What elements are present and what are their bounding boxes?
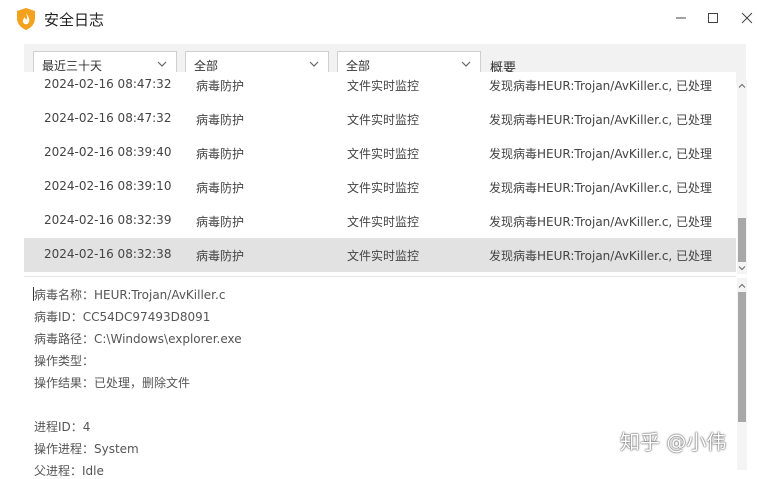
close-button[interactable] [734, 6, 757, 30]
title-bar: 安全日志 [0, 0, 757, 38]
log-list[interactable]: 2024-02-16 08:47:32 病毒防护 文件实时监控 发现病毒HEUR… [24, 72, 736, 274]
log-summary: 发现病毒HEUR:Trojan/AvKiller.c, 已处理 [489, 113, 713, 127]
log-summary: 发现病毒HEUR:Trojan/AvKiller.c, 已处理 [489, 215, 713, 229]
log-row[interactable]: 2024-02-16 08:47:32 病毒防护 文件实时监控 发现病毒HEUR… [24, 102, 736, 136]
scrollbar-thumb[interactable] [738, 292, 746, 422]
log-time: 2024-02-16 08:47:32 [44, 77, 172, 91]
log-summary: 发现病毒HEUR:Trojan/AvKiller.c, 已处理 [489, 147, 713, 161]
log-type: 病毒防护 [196, 181, 245, 195]
detail-parent-process: 父进程：Idle [34, 464, 104, 478]
watermark: 知乎 @小伟 [620, 430, 727, 454]
log-source: 文件实时监控 [347, 113, 420, 127]
detail-virus-id: 病毒ID：CC54DC97493D8091 [34, 310, 211, 324]
minimize-button[interactable] [668, 6, 694, 30]
log-type: 病毒防护 [196, 249, 245, 263]
close-icon [741, 12, 753, 24]
detail-scrollbar[interactable] [737, 278, 747, 470]
log-row-selected[interactable]: 2024-02-16 08:32:38 病毒防护 文件实时监控 发现病毒HEUR… [24, 238, 736, 272]
maximize-button[interactable] [700, 6, 726, 30]
log-time: 2024-02-16 08:32:38 [44, 247, 172, 261]
log-summary: 发现病毒HEUR:Trojan/AvKiller.c, 已处理 [489, 79, 713, 93]
log-time: 2024-02-16 08:39:40 [44, 145, 172, 159]
log-row[interactable]: 2024-02-16 08:39:10 病毒防护 文件实时监控 发现病毒HEUR… [24, 170, 736, 204]
chevron-up-icon[interactable] [738, 82, 746, 90]
detail-virus-path: 病毒路径：C:\Windows\explorer.exe [34, 332, 242, 346]
log-summary: 发现病毒HEUR:Trojan/AvKiller.c, 已处理 [489, 249, 713, 263]
detail-operation-result: 操作结果：已处理，删除文件 [34, 376, 191, 390]
detail-process-id: 进程ID：4 [34, 420, 91, 434]
chevron-down-icon [461, 61, 471, 67]
log-type: 病毒防护 [196, 147, 245, 161]
chevron-down-icon [309, 61, 319, 67]
log-time: 2024-02-16 08:32:39 [44, 213, 172, 227]
shield-flame-icon [17, 8, 35, 30]
detail-operation-type: 操作类型： [34, 354, 95, 368]
detail-virus-name: 病毒名称：HEUR:Trojan/AvKiller.c [34, 288, 226, 302]
log-source: 文件实时监控 [347, 181, 420, 195]
log-row[interactable]: 2024-02-16 08:32:39 病毒防护 文件实时监控 发现病毒HEUR… [24, 204, 736, 238]
log-type: 病毒防护 [196, 215, 245, 229]
detail-operation-process: 操作进程：System [34, 442, 139, 456]
log-row[interactable]: 2024-02-16 08:39:40 病毒防护 文件实时监控 发现病毒HEUR… [24, 136, 736, 170]
chevron-down-icon[interactable] [738, 264, 746, 272]
log-source: 文件实时监控 [347, 215, 420, 229]
minimize-icon [676, 17, 686, 19]
chevron-down-icon [157, 61, 167, 67]
scrollbar-thumb[interactable] [738, 218, 746, 262]
log-time: 2024-02-16 08:39:10 [44, 179, 172, 193]
log-source: 文件实时监控 [347, 147, 420, 161]
log-time: 2024-02-16 08:47:32 [44, 111, 172, 125]
log-row[interactable]: 2024-02-16 08:47:32 病毒防护 文件实时监控 发现病毒HEUR… [24, 72, 736, 102]
log-list-scrollbar[interactable] [737, 80, 747, 274]
window-title: 安全日志 [44, 11, 105, 29]
log-source: 文件实时监控 [347, 249, 420, 263]
log-type: 病毒防护 [196, 113, 245, 127]
chevron-up-icon[interactable] [738, 282, 746, 290]
log-type: 病毒防护 [196, 79, 245, 93]
maximize-icon [708, 13, 718, 23]
log-summary: 发现病毒HEUR:Trojan/AvKiller.c, 已处理 [489, 181, 713, 195]
log-source: 文件实时监控 [347, 79, 420, 93]
